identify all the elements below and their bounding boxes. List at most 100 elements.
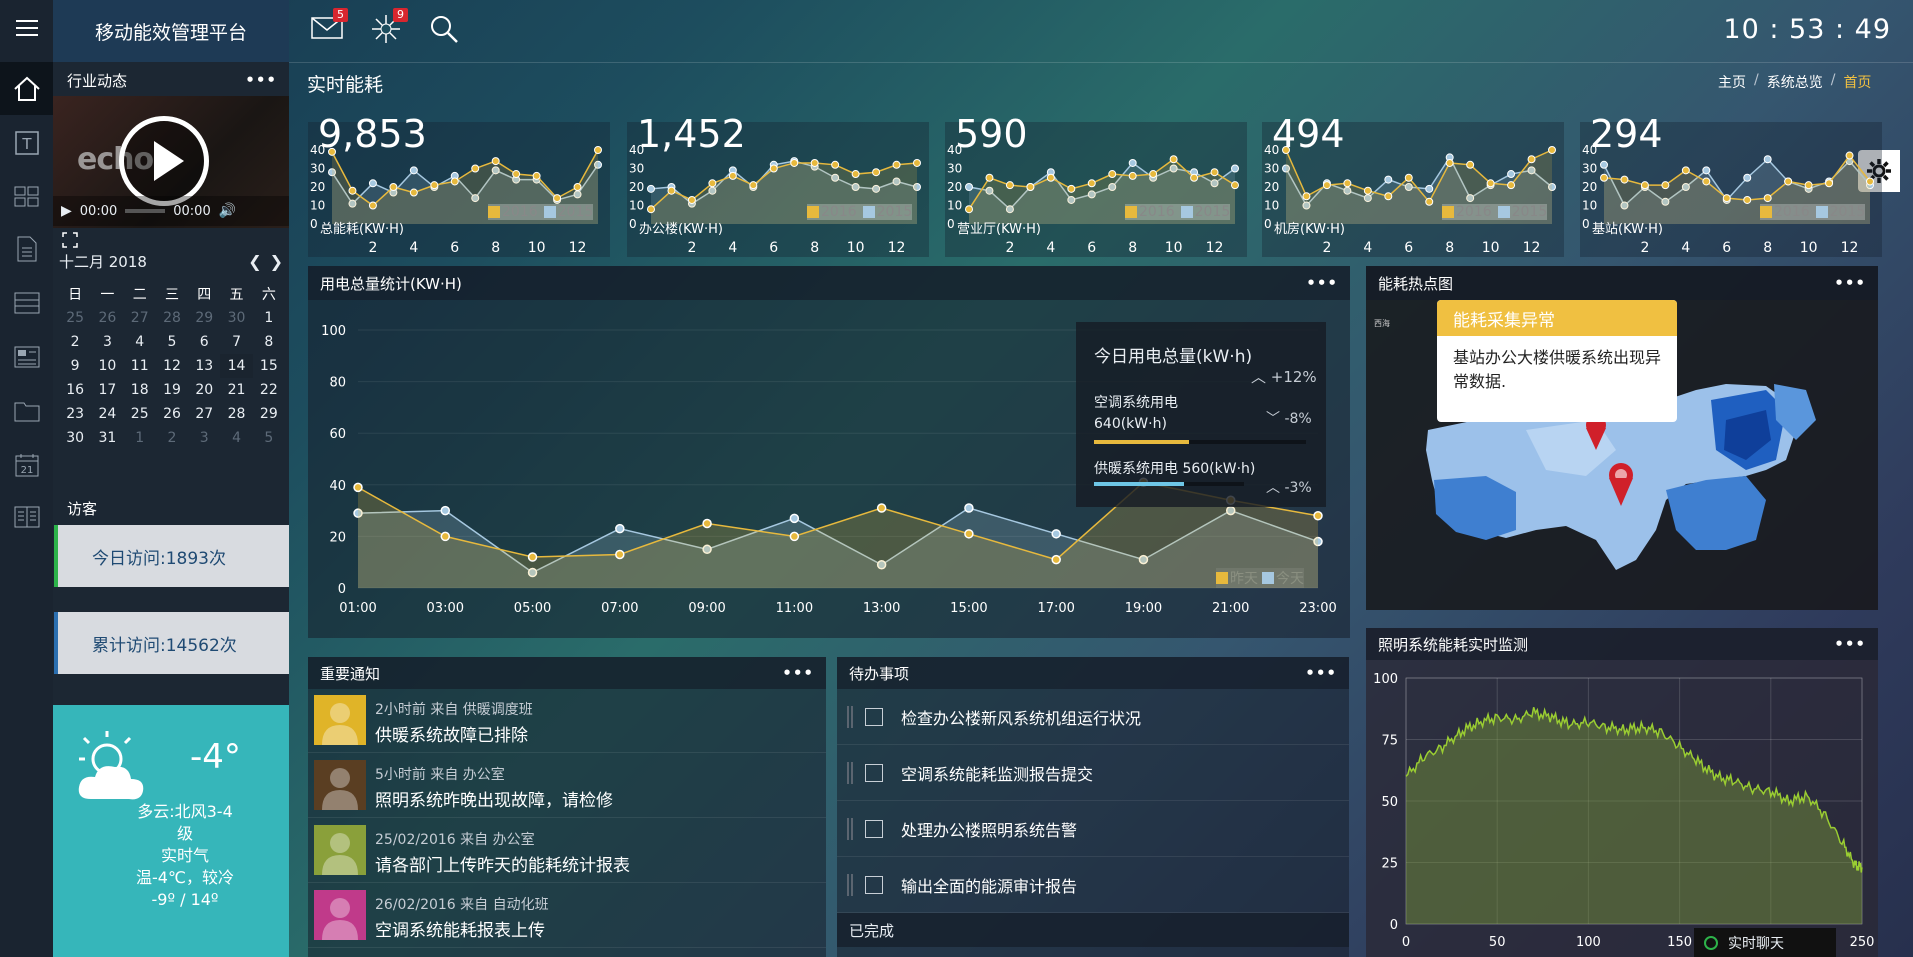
calendar-day[interactable]: 29 — [188, 306, 220, 330]
inbox-icon[interactable] — [0, 276, 53, 329]
calendar-day[interactable]: 17 — [91, 378, 123, 402]
calendar-day[interactable]: 14 — [220, 354, 253, 378]
usage-point[interactable] — [1313, 511, 1323, 521]
kpi-y-tick: 20 — [1582, 180, 1597, 194]
calendar-day[interactable]: 31 — [91, 426, 123, 450]
usage-point[interactable] — [964, 503, 974, 513]
calendar-day[interactable]: 13 — [188, 354, 220, 378]
news-video[interactable]: echo ▶ 00:00 00:00 🔊 — [53, 96, 289, 228]
calendar-day[interactable]: 11 — [124, 354, 156, 378]
calendar-day[interactable]: 1 — [124, 426, 156, 450]
news-more-button[interactable]: ••• — [245, 71, 277, 89]
calendar-day[interactable]: 2 — [156, 426, 188, 450]
document-icon[interactable] — [0, 222, 53, 275]
usage-point[interactable] — [876, 503, 887, 513]
text-icon[interactable]: T — [0, 116, 53, 169]
calendar-day[interactable]: 25 — [124, 402, 156, 426]
chat-button[interactable]: 实时聊天 — [1694, 928, 1836, 957]
calendar-day[interactable]: 4 — [124, 330, 156, 354]
usage-point[interactable] — [527, 552, 538, 562]
calendar-day[interactable]: 28 — [220, 402, 252, 426]
calendar-day[interactable]: 20 — [188, 378, 220, 402]
calendar-day[interactable]: 26 — [91, 306, 123, 330]
video-play-icon[interactable] — [119, 116, 209, 206]
todo-checkbox[interactable] — [865, 763, 883, 782]
calendar-day[interactable]: 30 — [59, 426, 91, 450]
usage-point[interactable] — [789, 513, 800, 524]
calendar-day[interactable]: 5 — [253, 426, 285, 450]
usage-point[interactable] — [789, 531, 800, 542]
home-icon[interactable] — [0, 62, 53, 115]
menu-icon[interactable] — [0, 0, 53, 56]
calendar-day[interactable]: 29 — [253, 402, 285, 426]
layout-icon[interactable] — [0, 330, 53, 383]
calendar-prev-icon[interactable]: ❮ — [248, 252, 261, 271]
calendar-day[interactable]: 5 — [156, 330, 188, 354]
usage-point[interactable] — [440, 505, 451, 516]
calendar-day[interactable]: 30 — [220, 306, 252, 330]
columns-icon[interactable] — [0, 490, 53, 543]
drag-handle-icon[interactable] — [847, 873, 853, 896]
video-progress[interactable] — [125, 209, 166, 213]
calendar-day[interactable]: 9 — [59, 354, 91, 378]
calendar-day[interactable]: 28 — [156, 306, 188, 330]
drag-handle-icon[interactable] — [847, 705, 853, 728]
calendar-day[interactable]: 10 — [91, 354, 123, 378]
folder-icon[interactable] — [0, 384, 53, 437]
notice-item[interactable]: 2小时前 来自 供暖调度班 供暖系统故障已排除 — [308, 689, 826, 753]
calendar-icon[interactable]: 21 — [0, 438, 53, 491]
fullscreen-icon[interactable] — [62, 232, 78, 248]
notice-item[interactable]: 25/02/2016 来自 办公室 请各部门上传昨天的能耗统计报表 — [308, 819, 826, 883]
calendar-day[interactable]: 26 — [156, 402, 188, 426]
todo-checkbox[interactable] — [865, 819, 883, 838]
lighting-more-button[interactable]: ••• — [1834, 635, 1866, 653]
usage-point[interactable] — [353, 482, 363, 493]
calendar-day[interactable]: 19 — [156, 378, 188, 402]
drag-handle-icon[interactable] — [847, 817, 853, 840]
usage-point[interactable] — [615, 549, 625, 560]
calendar-day[interactable]: 18 — [124, 378, 156, 402]
todo-checkbox[interactable] — [865, 875, 883, 894]
calendar-day[interactable]: 3 — [91, 330, 123, 354]
volume-icon[interactable]: 🔊 — [219, 203, 236, 219]
calendar-day[interactable]: 1 — [253, 306, 285, 330]
calendar-day[interactable]: 23 — [59, 402, 91, 426]
calendar-day[interactable]: 12 — [156, 354, 188, 378]
notices-more-button[interactable]: ••• — [782, 664, 814, 682]
todo-more-button[interactable]: ••• — [1305, 664, 1337, 682]
breadcrumb-home[interactable]: 主页 — [1718, 72, 1746, 92]
usage-more-button[interactable]: ••• — [1306, 274, 1338, 292]
calendar-day[interactable]: 22 — [253, 378, 285, 402]
calendar-day[interactable]: 7 — [220, 330, 252, 354]
calendar-day[interactable]: 21 — [220, 378, 252, 402]
calendar-day[interactable]: 27 — [188, 402, 220, 426]
todo-checkbox[interactable] — [865, 707, 883, 726]
calendar-day[interactable]: 16 — [59, 378, 91, 402]
calendar-day[interactable]: 15 — [253, 354, 285, 378]
calendar-day[interactable]: 2 — [59, 330, 91, 354]
notice-item[interactable]: 5小时前 来自 办公室 照明系统昨晚出现故障，请检修 — [308, 754, 826, 818]
alert-button[interactable]: 9 — [371, 8, 408, 48]
calendar-day[interactable]: 24 — [91, 402, 123, 426]
calendar-day[interactable]: 27 — [124, 306, 156, 330]
usage-point[interactable] — [1051, 554, 1061, 565]
search-icon[interactable] — [429, 14, 459, 48]
hotmap-more-button[interactable]: ••• — [1834, 274, 1866, 292]
mail-button[interactable]: 5 — [311, 8, 348, 44]
usage-point[interactable] — [615, 523, 625, 534]
notice-item[interactable]: 26/02/2016 来自 自动化班 空调系统能耗报表上传 — [308, 884, 826, 948]
calendar-day[interactable]: 6 — [188, 330, 220, 354]
grid-icon[interactable] — [0, 170, 53, 223]
usage-point[interactable] — [702, 518, 712, 529]
usage-point[interactable] — [1051, 529, 1061, 539]
usage-point[interactable] — [964, 529, 974, 539]
calendar-day[interactable]: 3 — [188, 426, 220, 450]
drag-handle-icon[interactable] — [847, 761, 853, 784]
calendar-day[interactable]: 25 — [59, 306, 91, 330]
calendar-next-icon[interactable]: ❯ — [270, 252, 283, 271]
breadcrumb-overview[interactable]: 系统总览 — [1767, 72, 1823, 92]
calendar-day[interactable]: 4 — [220, 426, 252, 450]
play-small-icon[interactable]: ▶ — [61, 203, 72, 219]
usage-point[interactable] — [440, 531, 451, 542]
calendar-day[interactable]: 8 — [253, 330, 285, 354]
